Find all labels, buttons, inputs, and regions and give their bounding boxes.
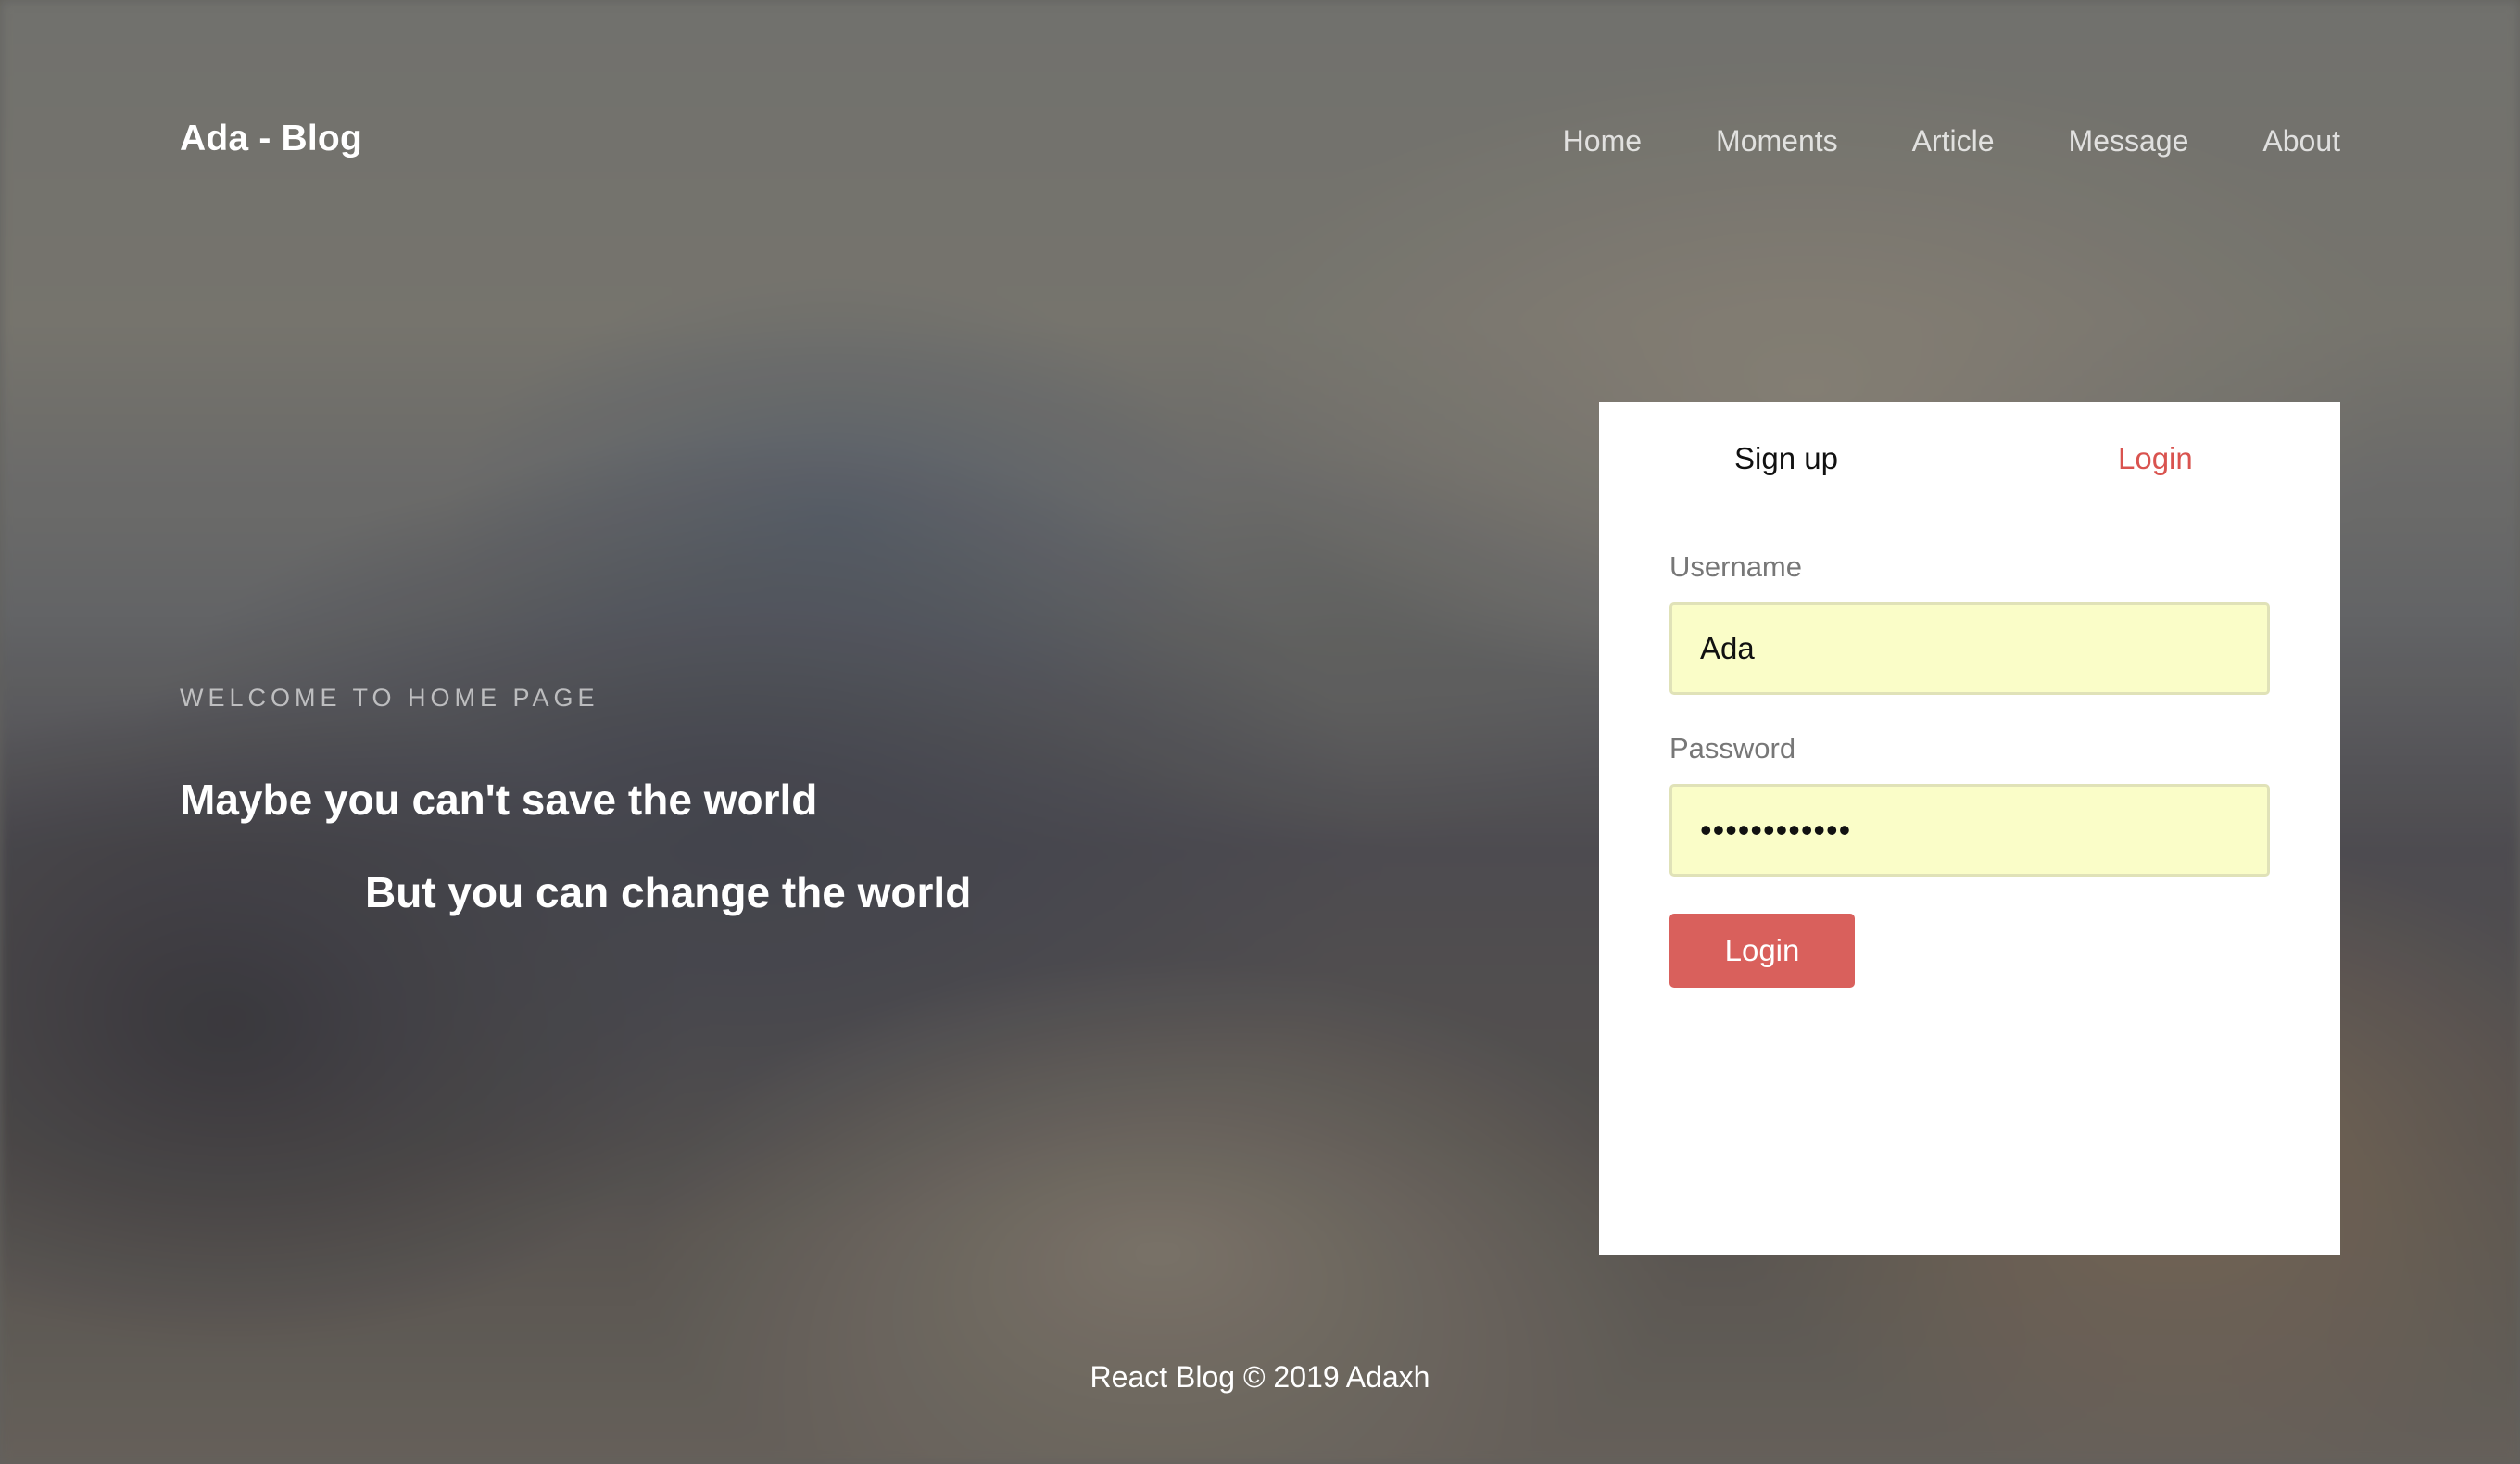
nav-message[interactable]: Message [2069, 124, 2189, 158]
welcome-caption: WELCOME TO HOME PAGE [180, 684, 599, 712]
login-button[interactable]: Login [1670, 914, 1855, 988]
auth-tabs: Sign up Login [1599, 402, 2340, 513]
password-input[interactable] [1670, 784, 2270, 877]
username-input[interactable] [1670, 602, 2270, 695]
hero-headline-2: But you can change the world [365, 868, 972, 916]
site-brand[interactable]: Ada - Blog [180, 119, 362, 159]
page: Ada - Blog Home Moments Article Message … [0, 0, 2520, 1464]
tab-login[interactable]: Login [2118, 441, 2193, 476]
nav-article[interactable]: Article [1912, 124, 1995, 158]
username-label: Username [1670, 550, 1802, 583]
nav-home[interactable]: Home [1563, 124, 1642, 158]
hero-headline-1: Maybe you can't save the world [180, 776, 818, 824]
main-nav: Home Moments Article Message About [1489, 124, 2340, 158]
password-label: Password [1670, 732, 1796, 764]
footer-copyright: React Blog © 2019 Adaxh [1090, 1360, 1430, 1394]
login-card: Sign up Login Username Password Login [1599, 402, 2340, 1255]
tab-signup[interactable]: Sign up [1734, 441, 1838, 476]
nav-moments[interactable]: Moments [1716, 124, 1838, 158]
nav-about[interactable]: About [2262, 124, 2340, 158]
